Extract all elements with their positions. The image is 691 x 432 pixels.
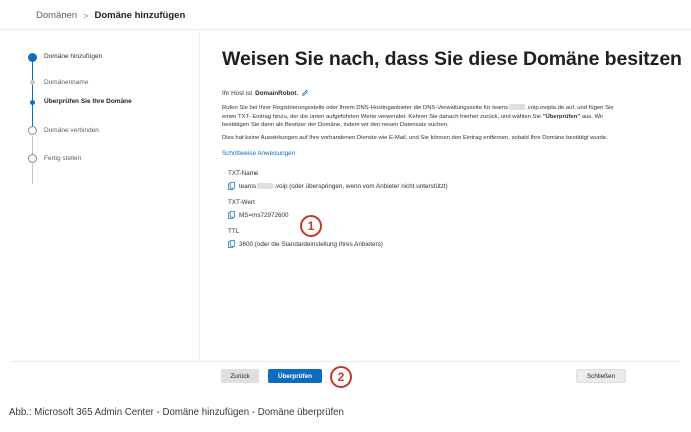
- redacted-text: [509, 104, 526, 111]
- close-button[interactable]: Schließen: [576, 369, 626, 383]
- ttl-value: 3600 (oder die Standardeinstellung Ihres…: [239, 240, 383, 248]
- breadcrumb-domains-link[interactable]: Domänen: [36, 10, 77, 21]
- info-paragraph: Dies hat keine Auswirkungen auf Ihre vor…: [222, 134, 608, 141]
- para1-part-a: Rufen Sie bei Ihrer Registrierungsstelle…: [222, 105, 509, 111]
- txt-name-record: TXT-Name teams .voip (oder überspringen, …: [228, 170, 682, 191]
- host-name: DomainRobot.: [255, 89, 299, 97]
- txt-name-row: teams .voip (oder überspringen, wenn vom …: [228, 182, 682, 191]
- txt-value: MS=ms72972600: [239, 211, 289, 219]
- step-label-add-domain: Domäne hinzufügen: [44, 53, 103, 60]
- step-label-connect: Domäne verbinden: [44, 127, 99, 134]
- breadcrumb-current: Domäne hinzufügen: [94, 10, 186, 21]
- main-content: Weisen Sie nach, dass Sie diese Domäne b…: [222, 48, 682, 257]
- substep-label-verify: Überprüfen Sie Ihre Domäne: [44, 98, 132, 105]
- figure-caption: Abb.: Microsoft 365 Admin Center - Domän…: [9, 407, 344, 418]
- wizard-steps: Domäne hinzufügen Domänenname Überprüfen…: [28, 50, 198, 350]
- txt-name-part-b: .voip (oder überspringen, wenn vom Anbie…: [274, 182, 448, 190]
- copy-icon[interactable]: [228, 182, 235, 191]
- step-dot-finish: [28, 154, 37, 163]
- top-bar: Domänen > Domäne hinzufügen: [0, 0, 691, 30]
- pencil-icon[interactable]: [301, 89, 309, 97]
- back-button[interactable]: Zurück: [221, 369, 259, 383]
- copy-icon[interactable]: [228, 240, 235, 249]
- redacted-text: [257, 183, 274, 190]
- ttl-row: 3600 (oder die Standardeinstellung Ihres…: [228, 240, 682, 249]
- copy-icon[interactable]: [228, 211, 235, 220]
- para1-verify-bold: "Überprüfen": [542, 113, 581, 120]
- ttl-label: TTL: [228, 228, 240, 236]
- callout-number-2: 2: [330, 366, 352, 388]
- verify-button[interactable]: Überprüfen: [268, 369, 322, 383]
- callout-number-1: 1: [300, 215, 322, 237]
- vertical-divider: [199, 31, 200, 361]
- txt-value-record: TXT-Wert MS=ms72972600: [228, 199, 682, 220]
- substep-dot-verify: [30, 100, 35, 105]
- step-dot-connect: [28, 126, 37, 135]
- host-info: Ihr Host ist DomainRobot.: [222, 89, 682, 97]
- step-line-active: [32, 62, 33, 132]
- txt-value-row: MS=ms72972600: [228, 211, 682, 220]
- page-title: Weisen Sie nach, dass Sie diese Domäne b…: [222, 48, 682, 70]
- step-line-1: [32, 136, 33, 156]
- substep-label-domain-name: Domänenname: [44, 79, 89, 86]
- breadcrumb-separator: >: [83, 10, 89, 21]
- txt-name-label: TXT-Name: [228, 170, 259, 178]
- ttl-record: TTL 3600 (oder die Standardeinstellung I…: [228, 228, 682, 249]
- step-label-finish: Fertig stellen: [44, 155, 82, 162]
- host-prefix: Ihr Host ist: [222, 89, 253, 97]
- step-dot-add-domain: [28, 53, 37, 62]
- txt-value-label: TXT-Wert: [228, 199, 255, 207]
- dns-records: TXT-Name teams .voip (oder überspringen, …: [228, 170, 682, 249]
- para1-part-b: .voip.inopla.de auf,: [526, 105, 576, 111]
- substep-dot-domain-name: [30, 80, 35, 85]
- txt-name-value: teams .voip (oder überspringen, wenn vom …: [239, 183, 448, 190]
- footer-divider: [10, 361, 680, 362]
- txt-name-part-a: teams: [239, 182, 257, 190]
- step-line-2: [32, 164, 33, 184]
- step-by-step-link[interactable]: Schrittweise Anweisungen: [222, 150, 295, 157]
- instructions-paragraph: Rufen Sie bei Ihrer Registrierungsstelle…: [222, 104, 622, 130]
- breadcrumb: Domänen > Domäne hinzufügen: [36, 10, 185, 21]
